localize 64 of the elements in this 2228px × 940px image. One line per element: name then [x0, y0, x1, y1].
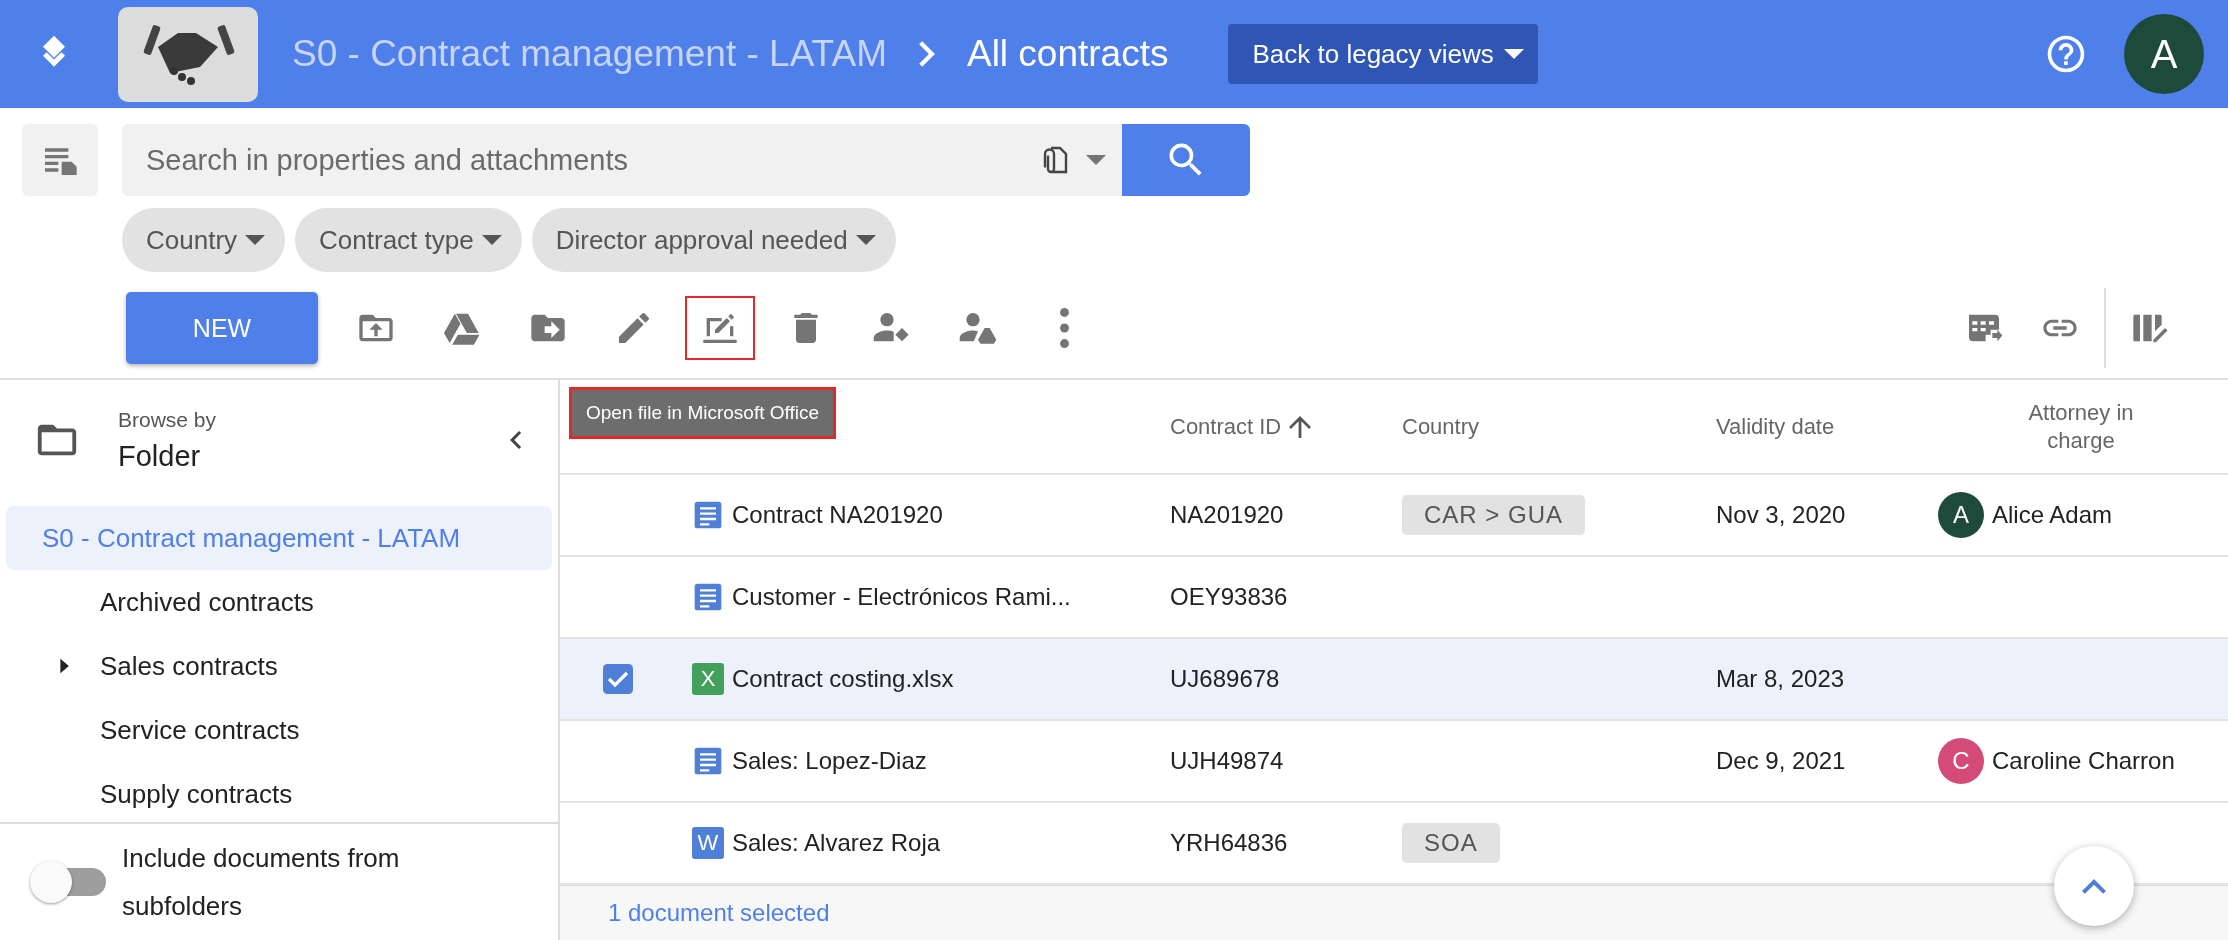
tooltip: Open file in Microsoft Office: [572, 390, 834, 436]
toolbar-button[interactable]: [685, 296, 755, 360]
table-cell: Dec 9, 2021: [1716, 747, 1846, 775]
search-bar[interactable]: Search in properties and attachments: [122, 124, 1122, 196]
title-cell[interactable]: Sales: Lopez-Diaz: [732, 747, 927, 775]
toggle-label: Include documents from subfolders: [122, 842, 401, 923]
caret-icon: [245, 235, 266, 245]
user-avatar[interactable]: A: [2124, 14, 2204, 94]
breadcrumb-item: All contracts: [966, 33, 1169, 75]
column-header[interactable]: Contract ID: [1170, 412, 1282, 441]
title-cell[interactable]: Sales: Alvarez Roja: [732, 829, 941, 857]
table-cell: Nov 3, 2020: [1716, 501, 1846, 529]
sort-arrow-icon[interactable]: [1289, 415, 1312, 438]
more-icon: [1059, 308, 1069, 348]
filter-chip[interactable]: Contract type: [295, 208, 522, 272]
toggle-switch[interactable]: [30, 861, 106, 903]
table-cell: NA201920: [1170, 501, 1284, 529]
browse-by-label: Browse by: [118, 407, 218, 432]
file-type-icon: X: [692, 663, 724, 695]
caret-icon[interactable]: [1086, 155, 1106, 165]
search-button[interactable]: [1122, 124, 1250, 196]
document-icon: [692, 745, 724, 777]
country-tag: CAR > GUA: [1402, 495, 1586, 535]
filter-chip[interactable]: Director approval needed: [531, 208, 896, 272]
table-cell: OEY93836: [1170, 583, 1288, 611]
title-cell[interactable]: Contract costing.xlsx: [732, 665, 954, 693]
country-tag: SOA: [1402, 823, 1500, 863]
folder-tree-item[interactable]: Archived contracts: [6, 570, 552, 634]
table-cell: YRH64836: [1170, 829, 1288, 857]
checkbox[interactable]: [600, 661, 636, 697]
search-field[interactable]: Search in properties and attachments: [144, 142, 1022, 178]
document-icon: [692, 581, 724, 613]
browse-mode-selector[interactable]: Folder: [118, 439, 498, 473]
column-header[interactable]: Attorney in charge: [2011, 398, 2151, 455]
folder-tree-item[interactable]: Service contracts: [6, 698, 552, 762]
attorney-avatar: A: [1938, 492, 1984, 538]
folder-tree-item[interactable]: Sales contracts: [6, 634, 552, 698]
chevron-up-icon: [2082, 878, 2106, 894]
table-cell: UJH49874: [1170, 747, 1284, 775]
document-icon: [692, 499, 724, 531]
folder-tree-item[interactable]: Supply contracts: [6, 762, 552, 822]
document-list-button[interactable]: [22, 124, 98, 196]
file-type-icon: W: [692, 827, 724, 859]
table-cell: Mar 8, 2023: [1716, 665, 1845, 693]
table-row[interactable]: X Contract costing.xlsx UJ689678 Mar 8, 2023: [560, 639, 2228, 721]
attorney-avatar: C: [1938, 738, 1984, 784]
table-row[interactable]: Contract NA201920 NA201920 CAR > GUA Nov 3, 2020 A Alice Adam: [560, 475, 2228, 557]
column-header[interactable]: Validity date: [1716, 412, 1835, 441]
table-row[interactable]: Sales: Lopez-Diaz UJH49874 Dec 9, 2021 C Caroline Charron: [560, 721, 2228, 803]
filter-chip[interactable]: Country: [122, 208, 286, 272]
new-button[interactable]: NEW: [126, 292, 318, 364]
column-header[interactable]: Country: [1402, 412, 1480, 441]
title-cell[interactable]: Customer - Electrónicos Rami...: [732, 583, 1071, 611]
caret-icon: [1503, 49, 1524, 59]
caret-icon: [855, 235, 876, 245]
selection-count: 1 document selected: [608, 899, 830, 927]
title-cell[interactable]: Contract NA201920: [732, 501, 943, 529]
table-cell: UJ689678: [1170, 665, 1280, 693]
expand-icon[interactable]: [58, 657, 70, 675]
legacy-views-button[interactable]: Back to legacy views: [1228, 24, 1538, 84]
attorney-name: Caroline Charron: [1992, 747, 2175, 775]
caret-icon: [481, 235, 502, 245]
chevron-right-icon: [918, 41, 935, 67]
attorney-name: Alice Adam: [1992, 501, 2113, 529]
